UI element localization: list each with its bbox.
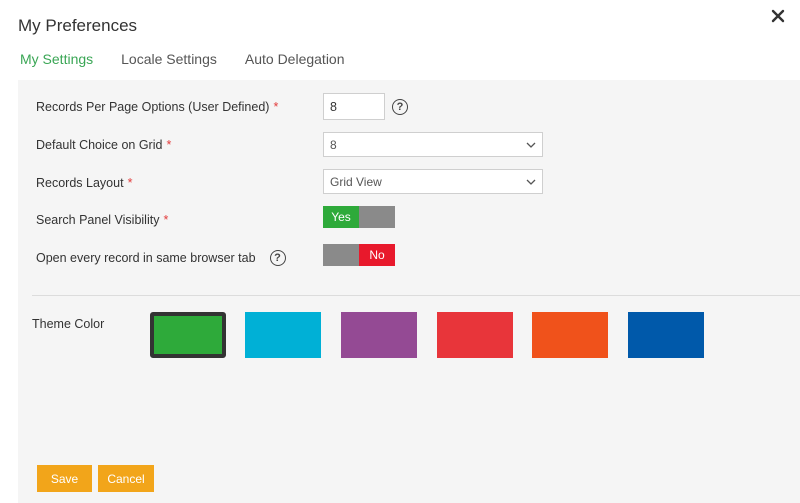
close-button[interactable] [766,4,790,28]
records-layout-row: Records Layout * [36,176,132,190]
settings-panel: Records Per Page Options (User Defined) *… [18,80,800,503]
close-icon [771,9,785,23]
divider [32,295,800,296]
theme-swatch-green[interactable] [150,312,226,358]
default-choice-label: Default Choice on Grid [36,138,163,152]
dialog-title: My Preferences [18,16,138,35]
tab-auto-delegation[interactable]: Auto Delegation [245,51,345,67]
records-layout-select[interactable]: Grid View [323,169,543,194]
search-panel-label: Search Panel Visibility [36,213,160,227]
records-per-page-input[interactable] [323,93,385,120]
help-icon[interactable]: ? [392,99,408,115]
required-marker: * [166,138,172,152]
save-button[interactable]: Save [37,465,92,492]
default-choice-select[interactable]: 8 [323,132,543,157]
toggle-no-label: No [359,244,395,266]
theme-color-label: Theme Color [32,317,105,331]
records-per-page-row: Records Per Page Options (User Defined) * [36,100,278,114]
search-panel-row: Search Panel Visibility * [36,213,168,227]
open-same-tab-toggle[interactable]: No [323,244,395,266]
tab-bar: My Settings Locale Settings Auto Delegat… [20,51,345,67]
help-icon[interactable]: ? [269,250,286,266]
toggle-off-knob [359,206,395,228]
theme-swatch-blue[interactable] [628,312,704,358]
records-layout-value: Grid View [330,174,382,189]
search-panel-toggle[interactable]: Yes [323,206,395,228]
cancel-button[interactable]: Cancel [98,465,154,492]
required-marker: * [127,176,133,190]
toggle-yes-label: Yes [323,206,359,228]
required-marker: * [163,213,169,227]
tab-locale-settings[interactable]: Locale Settings [121,51,217,67]
open-same-tab-label: Open every record in same browser tab [36,251,256,265]
open-same-tab-row: Open every record in same browser tab ? [36,250,286,266]
theme-swatch-purple[interactable] [341,312,417,358]
theme-swatch-red[interactable] [437,312,513,358]
theme-swatch-cyan[interactable] [245,312,321,358]
chevron-down-icon [526,142,536,148]
required-marker: * [273,100,279,114]
default-choice-value: 8 [330,137,337,152]
tab-my-settings[interactable]: My Settings [20,51,93,67]
toggle-off-knob [323,244,359,266]
records-per-page-label: Records Per Page Options (User Defined) [36,100,270,114]
chevron-down-icon [526,179,536,185]
default-choice-row: Default Choice on Grid * [36,138,171,152]
theme-swatch-orange[interactable] [532,312,608,358]
records-layout-label: Records Layout [36,176,124,190]
